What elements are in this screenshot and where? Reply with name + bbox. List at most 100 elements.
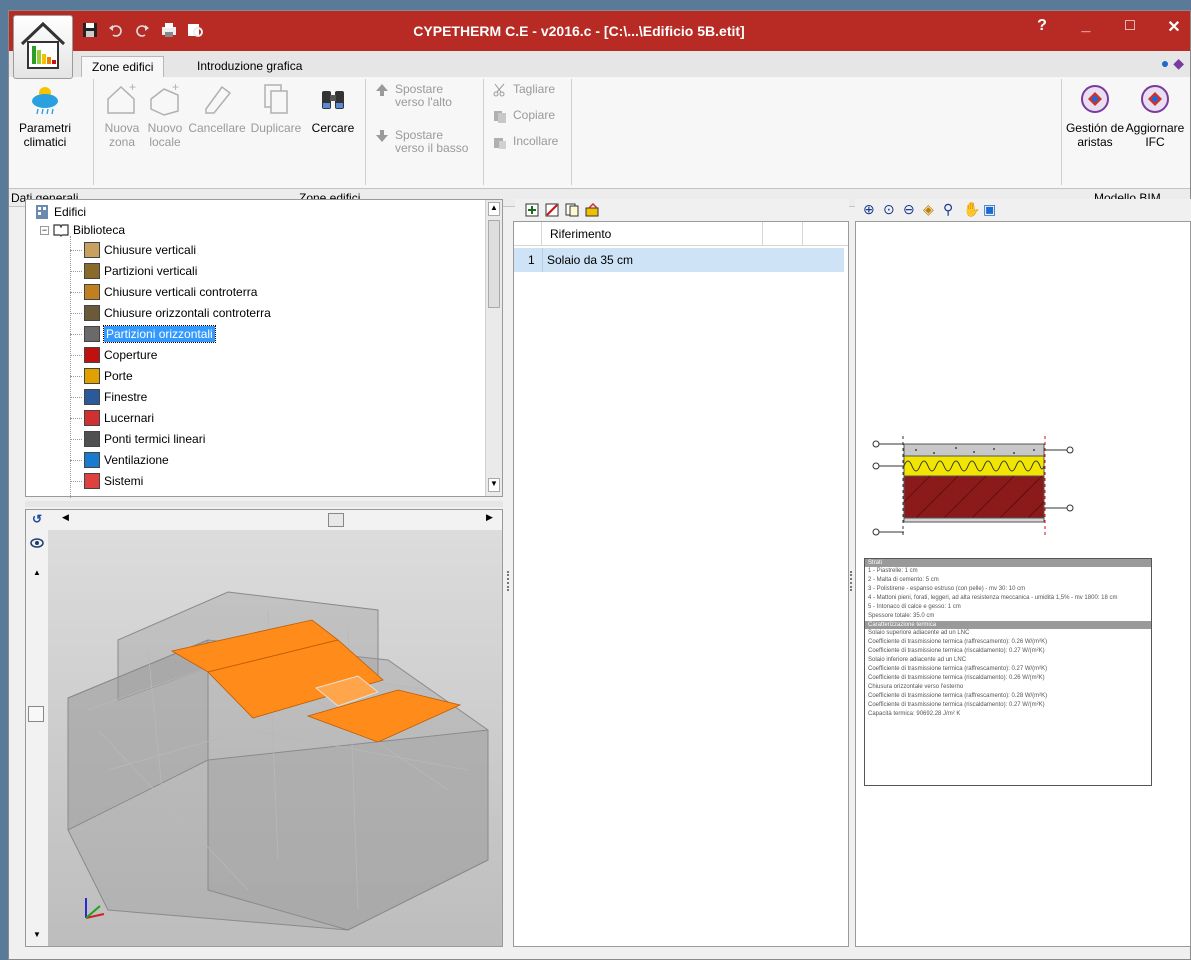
tree-item[interactable]: Sistemi xyxy=(70,471,143,491)
strati-header: Strati xyxy=(865,559,1151,567)
tree-connector xyxy=(70,397,82,398)
horizontal-slider-thumb[interactable] xyxy=(328,513,344,527)
caratt-line: Coefficiente di trasmissione termica (ri… xyxy=(868,702,1045,708)
tree-item[interactable]: Chiusure verticali xyxy=(70,240,197,260)
save-icon[interactable] xyxy=(81,21,101,39)
tab-introduzione-grafica[interactable]: Introduzione grafica xyxy=(187,56,312,77)
tree-scrollbar[interactable]: ▲ ▼ xyxy=(485,200,502,496)
binoculars-icon xyxy=(316,81,350,117)
ventilation-icon xyxy=(84,452,100,468)
application-menu-button[interactable] xyxy=(13,15,73,79)
vertical-slider-down[interactable]: ▼ xyxy=(33,930,41,939)
tree-library[interactable]: − Biblioteca xyxy=(40,220,125,240)
copiare-button[interactable]: Copiare xyxy=(493,109,555,125)
scroll-up-button[interactable]: ▲ xyxy=(488,202,500,216)
redo-icon[interactable] xyxy=(133,21,153,39)
incollare-button[interactable]: Incollare xyxy=(493,135,558,151)
tree-item-label: Ventilazione xyxy=(104,453,169,467)
caratt-line: Solaio superiore adiacente ad un LNC xyxy=(868,630,970,636)
tree-item[interactable]: Ventilazione xyxy=(70,450,169,470)
duplicare-button[interactable]: Duplicare xyxy=(247,81,305,135)
tree-item[interactable]: Coperture xyxy=(70,345,157,365)
window-title: CYPETHERM C.E - v2016.c - [C:\...\Edific… xyxy=(413,23,745,39)
gestion-aristas-button[interactable]: Gestión de aristas xyxy=(1065,81,1125,149)
zoom-out-icon[interactable]: ⊖ xyxy=(903,201,915,218)
tree-item[interactable]: Finestre xyxy=(70,387,147,407)
tree-item[interactable]: Lucernari xyxy=(70,408,154,428)
view-3d-side-toolbar: ▲ ▼ xyxy=(26,530,48,946)
splitter-handle[interactable] xyxy=(850,571,854,591)
help-button[interactable]: ? xyxy=(1030,17,1054,37)
minimize-button[interactable]: _ xyxy=(1074,17,1098,37)
paste-icon xyxy=(493,135,509,151)
caratterizzazione-header: Caratterizzazione termica xyxy=(865,621,1151,629)
zoom-window-icon[interactable]: ⊙ xyxy=(883,201,895,218)
tree-item[interactable]: Partizioni orizzontali xyxy=(70,324,216,344)
print-icon[interactable] xyxy=(159,21,179,39)
pan-hand-icon[interactable]: ✋ xyxy=(963,201,980,218)
table-row[interactable]: 1 Solaio da 35 cm xyxy=(514,248,844,272)
add-row-icon[interactable] xyxy=(525,203,539,220)
caratt-line: Coefficiente di trasmissione termica (ra… xyxy=(868,639,1048,645)
ribbon-separator xyxy=(93,79,94,185)
nuova-zona-button[interactable]: + Nuova zona xyxy=(101,80,143,149)
cancellare-button[interactable]: Cancellare xyxy=(187,81,247,135)
rotate-icon[interactable]: ↺ xyxy=(32,512,42,526)
strato-line: 1 - Piastrelle: 1 cm xyxy=(868,568,918,574)
preview-icon[interactable] xyxy=(185,21,205,39)
tree-item[interactable]: Ponti termici lineari xyxy=(70,429,205,449)
svg-text:+: + xyxy=(129,81,136,94)
tab-zone-edifici[interactable]: Zone edifici xyxy=(81,56,165,77)
new-room-icon: + xyxy=(148,80,182,117)
tree-item[interactable]: Chiusure verticali controterra xyxy=(70,282,258,302)
splitter[interactable] xyxy=(25,501,503,507)
tree-item[interactable]: Partizioni verticali xyxy=(70,261,198,281)
title-bar: CYPETHERM C.E - v2016.c - [C:\...\Edific… xyxy=(9,11,1190,51)
model-3d-canvas[interactable] xyxy=(48,530,502,946)
scroll-left-button[interactable]: ◀ xyxy=(62,512,69,523)
tree-item-label: Chiusure verticali xyxy=(104,243,197,257)
tree-root[interactable]: Edifici xyxy=(34,202,86,222)
maximize-button[interactable]: □ xyxy=(1118,17,1142,37)
copy-row-icon[interactable] xyxy=(565,203,579,220)
zoom-icon[interactable]: ⚲ xyxy=(943,201,953,218)
delete-row-icon[interactable] xyxy=(545,203,559,220)
web-icon[interactable]: ● xyxy=(1161,55,1169,71)
edit-row-icon[interactable] xyxy=(585,202,599,220)
scroll-thumb[interactable] xyxy=(488,220,500,308)
tree-item[interactable]: Porte xyxy=(70,366,133,386)
spostare-basso-button[interactable]: Spostare verso il basso xyxy=(375,129,475,155)
tree-item-label: Partizioni verticali xyxy=(104,264,198,278)
strato-line: 5 - Intonaco di calce e gesso: 1 cm xyxy=(868,604,961,610)
tree-item-label: Porte xyxy=(104,369,133,383)
caratt-line: Coefficiente di trasmissione termica (ra… xyxy=(868,666,1048,672)
aggiornare-ifc-button[interactable]: Aggiornare IFC xyxy=(1125,81,1185,149)
scissors-icon xyxy=(493,83,509,99)
tree-connector xyxy=(70,481,82,482)
strato-line: Spessore totale: 35.0 cm xyxy=(868,613,935,619)
scroll-right-button[interactable]: ▶ xyxy=(486,512,493,523)
zoom-all-icon[interactable]: ⊕ xyxy=(863,201,875,218)
tree-item[interactable]: Chiusure orizzontali controterra xyxy=(70,303,271,323)
spostare-alto-button[interactable]: Spostare verso l'alto xyxy=(375,83,475,109)
grid-header-riferimento[interactable]: Riferimento xyxy=(550,227,611,241)
refresh-view-icon[interactable]: ▣ xyxy=(983,201,996,218)
tree-item-label: Chiusure verticali controterra xyxy=(104,285,258,299)
collapse-icon[interactable]: − xyxy=(40,225,49,235)
eye-icon[interactable] xyxy=(30,536,44,553)
undo-icon[interactable] xyxy=(107,21,127,39)
tagliare-button[interactable]: Tagliare xyxy=(493,83,555,99)
vertical-slider-thumb[interactable] xyxy=(28,706,44,722)
parametri-climatici-button[interactable]: Parametri climatici xyxy=(15,81,75,149)
close-button[interactable]: ✕ xyxy=(1162,17,1186,37)
zoom-previous-icon[interactable]: ◈ xyxy=(923,201,934,218)
nuovo-locale-button[interactable]: + Nuovo locale xyxy=(143,80,187,149)
cercare-button[interactable]: Cercare xyxy=(307,81,359,135)
vertical-slider-up[interactable]: ▲ xyxy=(33,568,41,577)
tree-item-label: Chiusure orizzontali controterra xyxy=(104,306,271,320)
detail-toolbar: ⊕ ⊙ ⊖ ◈ ⚲ ✋ ▣ xyxy=(855,199,1191,221)
floor-ground-icon xyxy=(84,305,100,321)
book-icon[interactable]: ◆ xyxy=(1173,55,1184,71)
scroll-down-button[interactable]: ▼ xyxy=(488,478,500,492)
splitter-handle[interactable] xyxy=(507,571,511,591)
